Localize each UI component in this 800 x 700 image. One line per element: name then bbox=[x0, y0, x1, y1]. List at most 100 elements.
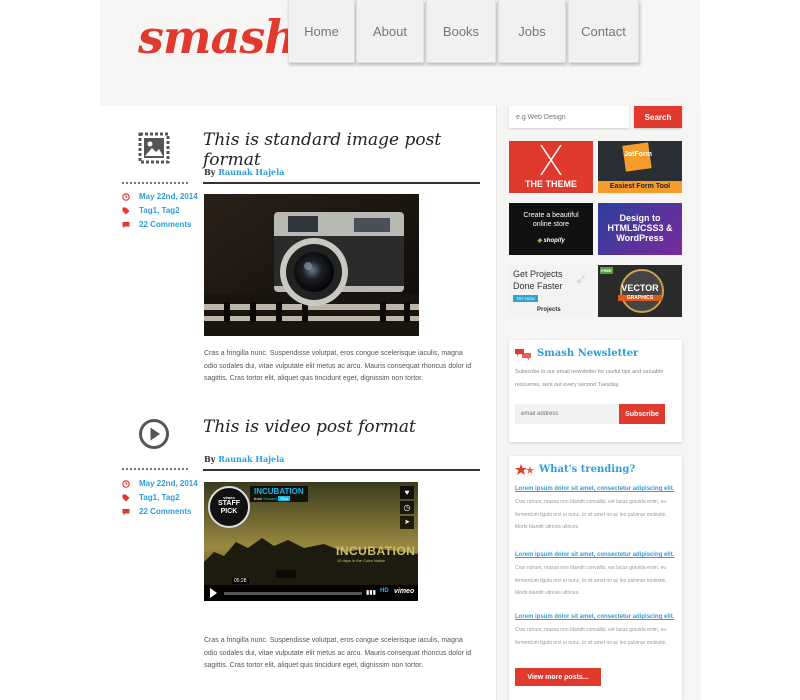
nav-books[interactable]: Books bbox=[426, 0, 496, 63]
jotform-sub: Easiest Form Tool bbox=[598, 181, 682, 193]
vector-title: VECTOR bbox=[621, 283, 659, 293]
vector-free: FREE bbox=[600, 267, 613, 274]
video-time: 05:28 bbox=[232, 578, 249, 584]
ad-vector-graphics[interactable]: FREE VECTOR GRAPHICS bbox=[598, 265, 682, 317]
shopify-text: Create a beautiful online store bbox=[523, 212, 579, 228]
vimeo-logo[interactable]: vimeo bbox=[394, 588, 414, 595]
nav-about[interactable]: About bbox=[356, 0, 424, 63]
play-post-icon bbox=[139, 419, 169, 449]
main-content: May 22nd, 2014 Tag1, Tag2 22 Comments Th… bbox=[100, 106, 496, 700]
shopify-brand: shopify bbox=[543, 238, 565, 244]
shopify-bag-icon: ◆ bbox=[537, 238, 542, 244]
video-player[interactable]: vimeo STAFF PICK INCUBATION from Selsari… bbox=[204, 482, 418, 601]
post-date-text: May 22nd, 2014 bbox=[139, 479, 198, 488]
image-post-icon bbox=[138, 132, 170, 164]
search-form: Search bbox=[497, 106, 701, 128]
post-date-text: May 22nd, 2014 bbox=[139, 192, 198, 201]
search-input[interactable] bbox=[509, 106, 629, 128]
camera-photo bbox=[204, 194, 419, 336]
trending-text: Cras rutrum, massa non blandit convallis… bbox=[515, 565, 667, 596]
trending-text: Cras rutrum, massa non blandit convallis… bbox=[515, 627, 667, 646]
byline-prefix: By bbox=[204, 454, 216, 464]
post-tags[interactable]: Tag1, Tag2 bbox=[122, 493, 180, 502]
post-date: May 22nd, 2014 bbox=[122, 192, 198, 201]
newsletter-title: Smash Newsletter bbox=[537, 348, 639, 359]
header: smash Home About Books Jobs Contact bbox=[100, 0, 700, 106]
author-link[interactable]: Raunak Hajela bbox=[218, 167, 284, 177]
title-rule bbox=[203, 182, 480, 184]
progress-bar[interactable] bbox=[224, 592, 362, 595]
shopify-logo: ◆ shopify bbox=[509, 237, 593, 244]
trending-text: Cras rutrum, massa non blandit convallis… bbox=[515, 499, 667, 530]
ad-the-theme[interactable]: THE THEME bbox=[509, 141, 593, 193]
dotted-divider bbox=[122, 182, 188, 184]
post-excerpt: Cras a fringilla nunc. Suspendisse volut… bbox=[204, 350, 472, 382]
newsletter-text: Subscribe to our email newsletter for us… bbox=[515, 369, 664, 388]
post-tags-text[interactable]: Tag1, Tag2 bbox=[139, 493, 180, 502]
post-title[interactable]: This is video post format bbox=[203, 417, 416, 437]
staff-pick-badge[interactable]: vimeo STAFF PICK bbox=[208, 486, 250, 528]
ad-projects[interactable]: Get Projects Done Faster TRY NOW Project… bbox=[509, 265, 593, 317]
post-comments-text[interactable]: 22 Comments bbox=[139, 220, 191, 229]
post-comments[interactable]: 22 Comments bbox=[122, 507, 191, 516]
from-name[interactable]: Selsaris bbox=[263, 496, 277, 501]
projects-brand: Projects bbox=[537, 307, 561, 313]
tag-icon bbox=[122, 207, 130, 214]
subscribe-button[interactable]: Subscribe bbox=[619, 404, 665, 424]
video-from: from Selsaris Plus bbox=[254, 496, 304, 501]
share-icon[interactable]: ➤ bbox=[400, 516, 414, 529]
rocket-icon: ➶ bbox=[575, 271, 587, 287]
projects-try-button: TRY NOW bbox=[513, 295, 538, 302]
projects-title: Get Projects Done Faster bbox=[513, 269, 563, 291]
post-comments-text[interactable]: 22 Comments bbox=[139, 507, 191, 516]
ad-jotform[interactable]: JotForm Easiest Form Tool bbox=[598, 141, 682, 193]
play-icon[interactable] bbox=[210, 588, 217, 598]
vector-sub: GRAPHICS bbox=[618, 295, 662, 301]
video-overlay-sub: 10 days in the Cuba Nation bbox=[337, 558, 386, 563]
html5-text: Design to HTML5/CSS3 & WordPress bbox=[607, 213, 673, 243]
post-excerpt: Cras a fringilla nunc. Suspendisse volut… bbox=[204, 637, 472, 669]
badge-bot: PICK bbox=[220, 508, 238, 515]
nav-contact[interactable]: Contact bbox=[568, 0, 639, 63]
volume-icon[interactable]: ▮▮▮ bbox=[366, 589, 376, 596]
author-link[interactable]: Raunak Hajela bbox=[218, 454, 284, 464]
post-title[interactable]: This is standard image post format bbox=[203, 130, 496, 170]
view-more-posts-button[interactable]: View more posts... bbox=[515, 668, 601, 686]
clock-icon bbox=[122, 192, 130, 201]
post-comments[interactable]: 22 Comments bbox=[122, 220, 191, 229]
trending-widget: What's trending? Lorem ipsum dolor sit a… bbox=[509, 456, 682, 700]
trending-link[interactable]: Lorem ipsum dolor sit amet, consectetur … bbox=[515, 614, 674, 620]
comment-icon bbox=[122, 508, 130, 515]
jotform-name: JotForm bbox=[624, 151, 652, 158]
ad-shopify[interactable]: Create a beautiful online store ◆ shopif… bbox=[509, 203, 593, 255]
trending-title: What's trending? bbox=[539, 464, 636, 475]
badge-mid: STAFF bbox=[217, 500, 241, 507]
post-byline: By Raunak Hajela bbox=[204, 454, 284, 464]
x-logo-icon bbox=[540, 145, 562, 175]
video-title-box[interactable]: INCUBATION from Selsaris Plus bbox=[250, 486, 308, 502]
sidebar: Search THE THEME JotForm Easiest Form To… bbox=[496, 106, 701, 700]
ad-theme-text: THE THEME bbox=[524, 179, 577, 189]
newsletter-email-input[interactable] bbox=[515, 404, 619, 424]
post-tags[interactable]: Tag1, Tag2 bbox=[122, 206, 180, 215]
plus-badge: Plus bbox=[278, 496, 291, 501]
ad-html5[interactable]: Design to HTML5/CSS3 & WordPress bbox=[598, 203, 682, 255]
video-title[interactable]: INCUBATION bbox=[254, 487, 304, 496]
nav-home[interactable]: Home bbox=[288, 0, 355, 63]
trending-link[interactable]: Lorem ipsum dolor sit amet, consectetur … bbox=[515, 486, 674, 492]
dotted-divider bbox=[122, 468, 188, 470]
newsletter-widget: Smash Newsletter Subscribe to our email … bbox=[509, 340, 682, 442]
trending-link[interactable]: Lorem ipsum dolor sit amet, consectetur … bbox=[515, 552, 674, 558]
video-controls: 05:28 ▮▮▮ HD vimeo bbox=[204, 578, 418, 601]
hd-button[interactable]: HD bbox=[380, 588, 389, 594]
watch-later-icon[interactable]: ◷ bbox=[400, 501, 414, 514]
nav-jobs[interactable]: Jobs bbox=[498, 0, 566, 63]
title-rule bbox=[203, 469, 480, 471]
site-logo[interactable]: smash bbox=[138, 10, 298, 64]
like-icon[interactable]: ♥ bbox=[400, 486, 414, 499]
stars-icon bbox=[515, 464, 534, 475]
search-button[interactable]: Search bbox=[634, 106, 682, 128]
post-date: May 22nd, 2014 bbox=[122, 479, 198, 488]
post-tags-text[interactable]: Tag1, Tag2 bbox=[139, 206, 180, 215]
video-side-buttons: ♥ ◷ ➤ bbox=[400, 486, 414, 529]
